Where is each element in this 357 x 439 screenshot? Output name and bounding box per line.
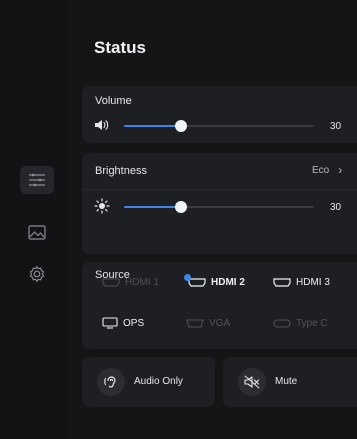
sun-icon bbox=[94, 198, 110, 214]
sidebar bbox=[0, 0, 70, 439]
source-vga[interactable]: VGA bbox=[186, 314, 230, 332]
source-card: Source HDMI 1 HDMI 2 HDMI 3 OPS VGA Type… bbox=[82, 262, 357, 349]
usb-c-port-icon bbox=[273, 318, 291, 328]
hdmi-port-icon bbox=[102, 277, 120, 287]
source-label-ops: OPS bbox=[123, 317, 145, 329]
volume-slider-thumb[interactable] bbox=[175, 120, 187, 132]
source-hdmi-3[interactable]: HDMI 3 bbox=[273, 273, 330, 291]
brightness-mode-button[interactable]: Eco › bbox=[312, 163, 343, 177]
brightness-slider-thumb[interactable] bbox=[175, 201, 187, 213]
audio-only-label: Audio Only bbox=[134, 376, 183, 387]
brightness-label: Brightness bbox=[95, 165, 147, 177]
mute-icon bbox=[244, 375, 260, 389]
mute-label: Mute bbox=[275, 376, 298, 387]
settings-list-icon bbox=[29, 173, 45, 187]
ops-port-icon bbox=[102, 316, 118, 329]
speaker-icon bbox=[95, 120, 109, 130]
sidebar-item-settings[interactable] bbox=[28, 265, 46, 283]
sidebar-item-picture[interactable] bbox=[28, 223, 46, 241]
vga-port-icon bbox=[186, 318, 204, 328]
gear-icon bbox=[29, 265, 45, 283]
source-label-type-c: Type C bbox=[296, 317, 328, 329]
source-label-hdmi-3: HDMI 3 bbox=[296, 276, 330, 288]
brightness-mode-value: Eco bbox=[312, 165, 330, 176]
hdmi-port-icon bbox=[188, 278, 206, 287]
source-label-hdmi-2: HDMI 2 bbox=[211, 276, 245, 288]
selected-check-icon bbox=[184, 274, 191, 281]
picture-icon bbox=[28, 224, 46, 240]
volume-value: 30 bbox=[330, 121, 342, 132]
source-hdmi-1[interactable]: HDMI 1 bbox=[102, 273, 159, 291]
sidebar-item-status[interactable] bbox=[20, 166, 54, 194]
brightness-value: 30 bbox=[330, 202, 342, 213]
audio-only-button[interactable]: Audio Only bbox=[82, 357, 215, 407]
brightness-card: Brightness Eco › 30 bbox=[82, 153, 357, 254]
mute-button[interactable]: Mute bbox=[223, 357, 357, 407]
brightness-slider-fill bbox=[124, 206, 181, 208]
source-ops[interactable]: OPS bbox=[102, 314, 144, 332]
source-type-c[interactable]: Type C bbox=[273, 314, 328, 332]
volume-slider[interactable] bbox=[124, 120, 314, 132]
chevron-right-icon: › bbox=[338, 163, 343, 177]
brightness-slider[interactable] bbox=[124, 201, 314, 213]
volume-card: Volume 30 bbox=[82, 86, 357, 143]
source-label-vga: VGA bbox=[209, 317, 231, 329]
volume-label: Volume bbox=[95, 95, 132, 107]
divider bbox=[82, 189, 357, 190]
volume-slider-fill bbox=[124, 125, 181, 127]
ear-icon bbox=[104, 376, 116, 388]
page-title: Status bbox=[94, 38, 146, 57]
hdmi-port-icon bbox=[273, 277, 291, 287]
source-label-hdmi-1: HDMI 1 bbox=[125, 276, 159, 288]
source-hdmi-2[interactable]: HDMI 2 bbox=[184, 273, 245, 291]
